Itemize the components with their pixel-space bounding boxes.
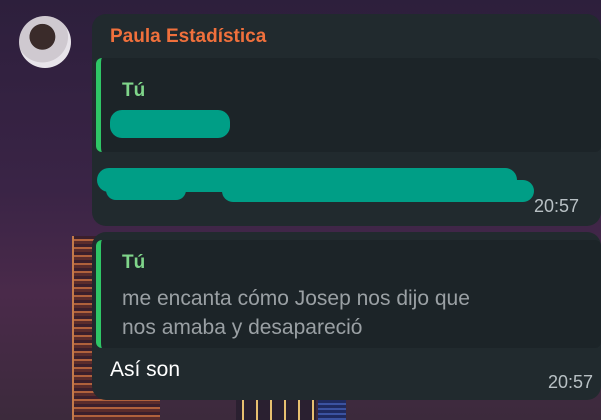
message-time: 20:57 [548, 372, 594, 392]
redacted-text [106, 180, 186, 200]
quote-text: nos amaba y desapareció [122, 316, 363, 339]
quote-author: Tú [122, 80, 146, 101]
message-time: 20:57 [534, 196, 580, 216]
redacted-text [222, 180, 534, 202]
message-text: Así son [110, 358, 181, 381]
redacted-text [110, 110, 230, 138]
sender-name[interactable]: Paula Estadística [110, 26, 266, 48]
quote-author: Tú [122, 252, 146, 273]
quote-text: me encanta cómo Josep nos dijo que [122, 287, 470, 310]
background-building [318, 398, 346, 420]
avatar[interactable] [19, 16, 71, 68]
